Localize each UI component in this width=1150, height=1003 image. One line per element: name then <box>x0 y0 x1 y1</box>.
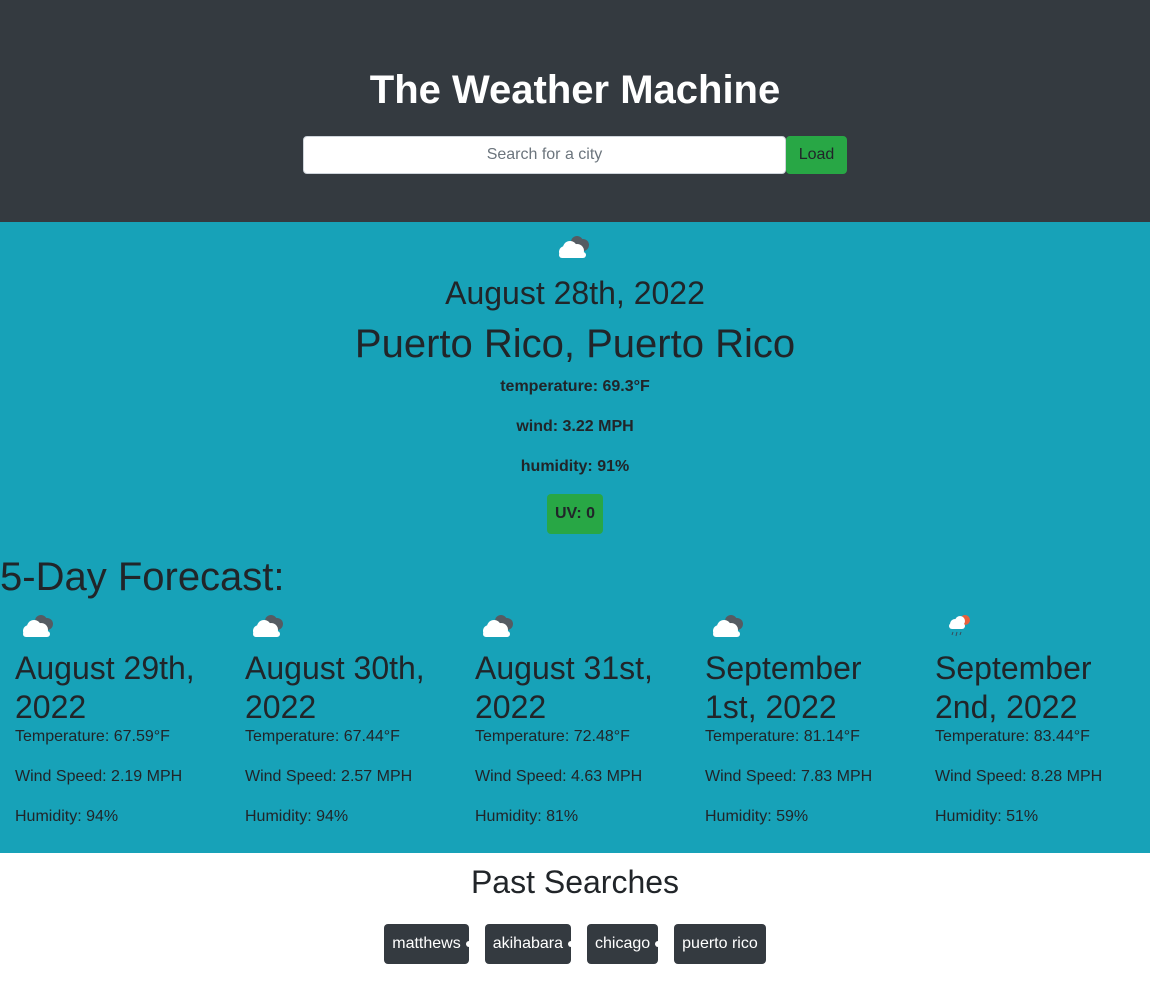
forecast-humidity: Humidity: 51% <box>935 808 1039 825</box>
dot-icon <box>568 941 574 947</box>
cloudy-icon <box>23 615 53 637</box>
current-humidity: humidity: 91% <box>520 458 630 475</box>
current-date: August 28th, 2022 <box>445 275 705 311</box>
cloudy-icon <box>253 615 283 637</box>
forecast-humidity: Humidity: 94% <box>245 808 349 825</box>
current-wind: wind: 3.22 MPH <box>516 418 634 435</box>
forecast-humidity: Humidity: 59% <box>705 808 809 825</box>
forecast-date: September 1st, 2022 <box>705 650 862 725</box>
past-search-label: puerto rico <box>682 935 758 952</box>
past-search-button[interactable]: matthews <box>384 924 472 964</box>
past-search-button[interactable]: puerto rico <box>674 924 766 964</box>
forecast-humidity: Humidity: 81% <box>475 808 579 825</box>
search-input[interactable] <box>303 136 786 174</box>
forecast-wind: Wind Speed: 2.19 MPH <box>15 768 183 785</box>
forecast-wind: Wind Speed: 4.63 MPH <box>475 768 643 785</box>
forecast-date: August 29th, 2022 <box>15 650 195 725</box>
forecast-temperature: Temperature: 81.14°F <box>705 728 860 745</box>
forecast-wind: Wind Speed: 2.57 MPH <box>245 768 413 785</box>
forecast-wind: Wind Speed: 8.28 MPH <box>935 768 1103 785</box>
forecast-card: August 29th, 2022 Temperature: 67.59°F W… <box>0 607 230 847</box>
dot-icon <box>465 941 472 947</box>
cloudy-icon <box>713 615 743 637</box>
forecast-temperature: Temperature: 67.59°F <box>15 728 170 745</box>
cloudy-icon <box>559 236 589 258</box>
forecast-card: August 31st, 2022 Temperature: 72.48°F W… <box>460 607 690 847</box>
load-button[interactable]: Load <box>786 136 847 174</box>
sun-rain-icon <box>949 615 970 637</box>
current-city: Puerto Rico, Puerto Rico <box>354 322 796 366</box>
forecast-humidity: Humidity: 94% <box>15 808 119 825</box>
current-temperature: temperature: 69.3°F <box>500 378 650 395</box>
forecast-temperature: Temperature: 83.44°F <box>935 728 1090 745</box>
past-search-button[interactable]: akihabara <box>484 924 574 964</box>
past-searches: Past Searches matthews akihabara chicago… <box>0 853 1150 1003</box>
forecast-date: August 31st, 2022 <box>475 650 653 725</box>
uv-badge: UV: 0 <box>547 494 603 534</box>
forecast-card: September 2nd, 2022 Temperature: 83.44°F… <box>920 607 1150 847</box>
forecast-heading: 5-Day Forecast: <box>0 555 285 599</box>
forecast-wind: Wind Speed: 7.83 MPH <box>705 768 873 785</box>
weather-panel: August 28th, 2022 Puerto Rico, Puerto Ri… <box>0 222 1150 853</box>
past-searches-list: matthews akihabara chicago puerto rico <box>0 924 1150 964</box>
past-searches-title: Past Searches <box>470 864 680 900</box>
forecast-temperature: Temperature: 67.44°F <box>245 728 400 745</box>
forecast-card: September 1st, 2022 Temperature: 81.14°F… <box>690 607 920 847</box>
past-search-label: akihabara <box>492 935 563 952</box>
forecast-card: August 30th, 2022 Temperature: 67.44°F W… <box>230 607 460 847</box>
header: The Weather Machine Load <box>0 0 1150 222</box>
dot-icon <box>655 941 662 947</box>
cloudy-icon <box>483 615 513 637</box>
forecast-date: August 30th, 2022 <box>245 650 425 725</box>
app-title: The Weather Machine <box>369 68 781 112</box>
forecast-temperature: Temperature: 72.48°F <box>475 728 630 745</box>
past-search-button[interactable]: chicago <box>587 924 662 964</box>
past-search-label: matthews <box>392 935 461 952</box>
forecast-date: September 2nd, 2022 <box>935 650 1092 725</box>
past-search-label: chicago <box>595 935 651 952</box>
